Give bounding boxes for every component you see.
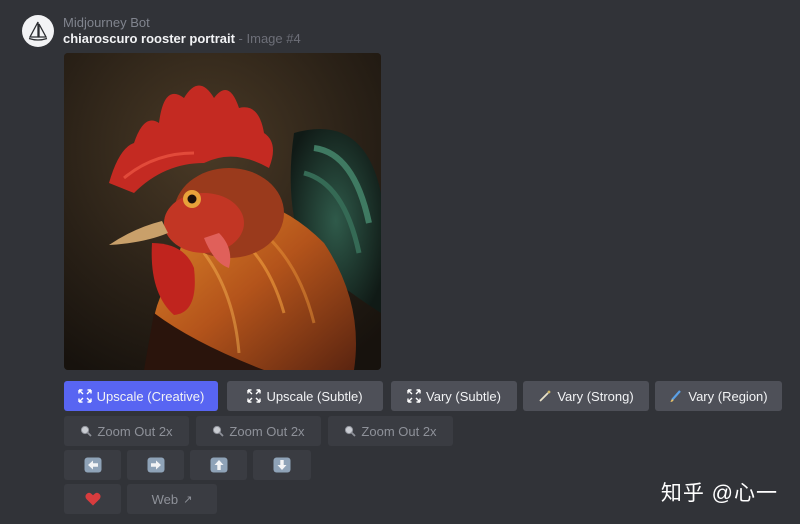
- arrow-up-icon: [210, 457, 228, 473]
- pan-left-button[interactable]: [64, 450, 121, 480]
- zoom-out-2x-button-1[interactable]: Zoom Out 2x: [64, 416, 189, 446]
- vary-strong-button[interactable]: Vary (Strong): [523, 381, 649, 411]
- external-link-icon: ↗: [183, 493, 193, 506]
- vary-region-button[interactable]: Vary (Region): [655, 381, 782, 411]
- arrow-down-icon: [273, 457, 291, 473]
- pan-down-button[interactable]: [253, 450, 311, 480]
- expand-arrows-icon: [247, 389, 262, 403]
- vary-strong-label: Vary (Strong): [557, 388, 634, 404]
- web-label: Web: [151, 491, 179, 507]
- image-number: Image #4: [246, 31, 301, 46]
- upscale-subtle-label: Upscale (Subtle): [266, 388, 363, 404]
- arrow-left-icon: [84, 457, 102, 473]
- arrow-right-icon: [147, 457, 165, 473]
- prompt-separator: -: [234, 31, 247, 46]
- magnifier-icon: [212, 425, 225, 437]
- expand-arrows-icon: [77, 389, 92, 403]
- heart-icon: [84, 492, 101, 506]
- zoom-out-label: Zoom Out 2x: [97, 423, 173, 439]
- zoom-out-label: Zoom Out 2x: [229, 423, 305, 439]
- upscale-subtle-button[interactable]: Upscale (Subtle): [227, 381, 383, 411]
- generated-image[interactable]: [64, 53, 381, 370]
- bot-name[interactable]: Midjourney Bot: [63, 15, 150, 30]
- rooster-image: [64, 53, 381, 370]
- prompt-text: chiaroscuro rooster portrait: [63, 31, 235, 46]
- magnifier-icon: [344, 425, 357, 437]
- prompt-line: chiaroscuro rooster portrait - Image #4: [63, 31, 301, 46]
- vary-region-label: Vary (Region): [688, 388, 768, 404]
- favorite-button[interactable]: [64, 484, 121, 514]
- upscale-creative-label: Upscale (Creative): [96, 388, 205, 404]
- vary-subtle-button[interactable]: Vary (Subtle): [391, 381, 517, 411]
- zoom-out-label: Zoom Out 2x: [361, 423, 437, 439]
- paintbrush-icon: [669, 389, 683, 403]
- bot-avatar[interactable]: [22, 15, 54, 47]
- upscale-creative-button[interactable]: Upscale (Creative): [64, 381, 218, 411]
- expand-arrows-icon: [407, 389, 421, 403]
- zoom-out-2x-button-3[interactable]: Zoom Out 2x: [328, 416, 453, 446]
- pan-right-button[interactable]: [127, 450, 184, 480]
- zoom-out-2x-button-2[interactable]: Zoom Out 2x: [196, 416, 321, 446]
- sailboat-logo-icon: [28, 21, 48, 41]
- magnifier-icon: [80, 425, 93, 437]
- zhihu-watermark: 知乎 @心一: [660, 482, 778, 505]
- vary-subtle-label: Vary (Subtle): [426, 388, 501, 404]
- web-link-button[interactable]: Web ↗: [127, 484, 217, 514]
- pan-up-button[interactable]: [190, 450, 247, 480]
- magic-wand-icon: [538, 389, 552, 403]
